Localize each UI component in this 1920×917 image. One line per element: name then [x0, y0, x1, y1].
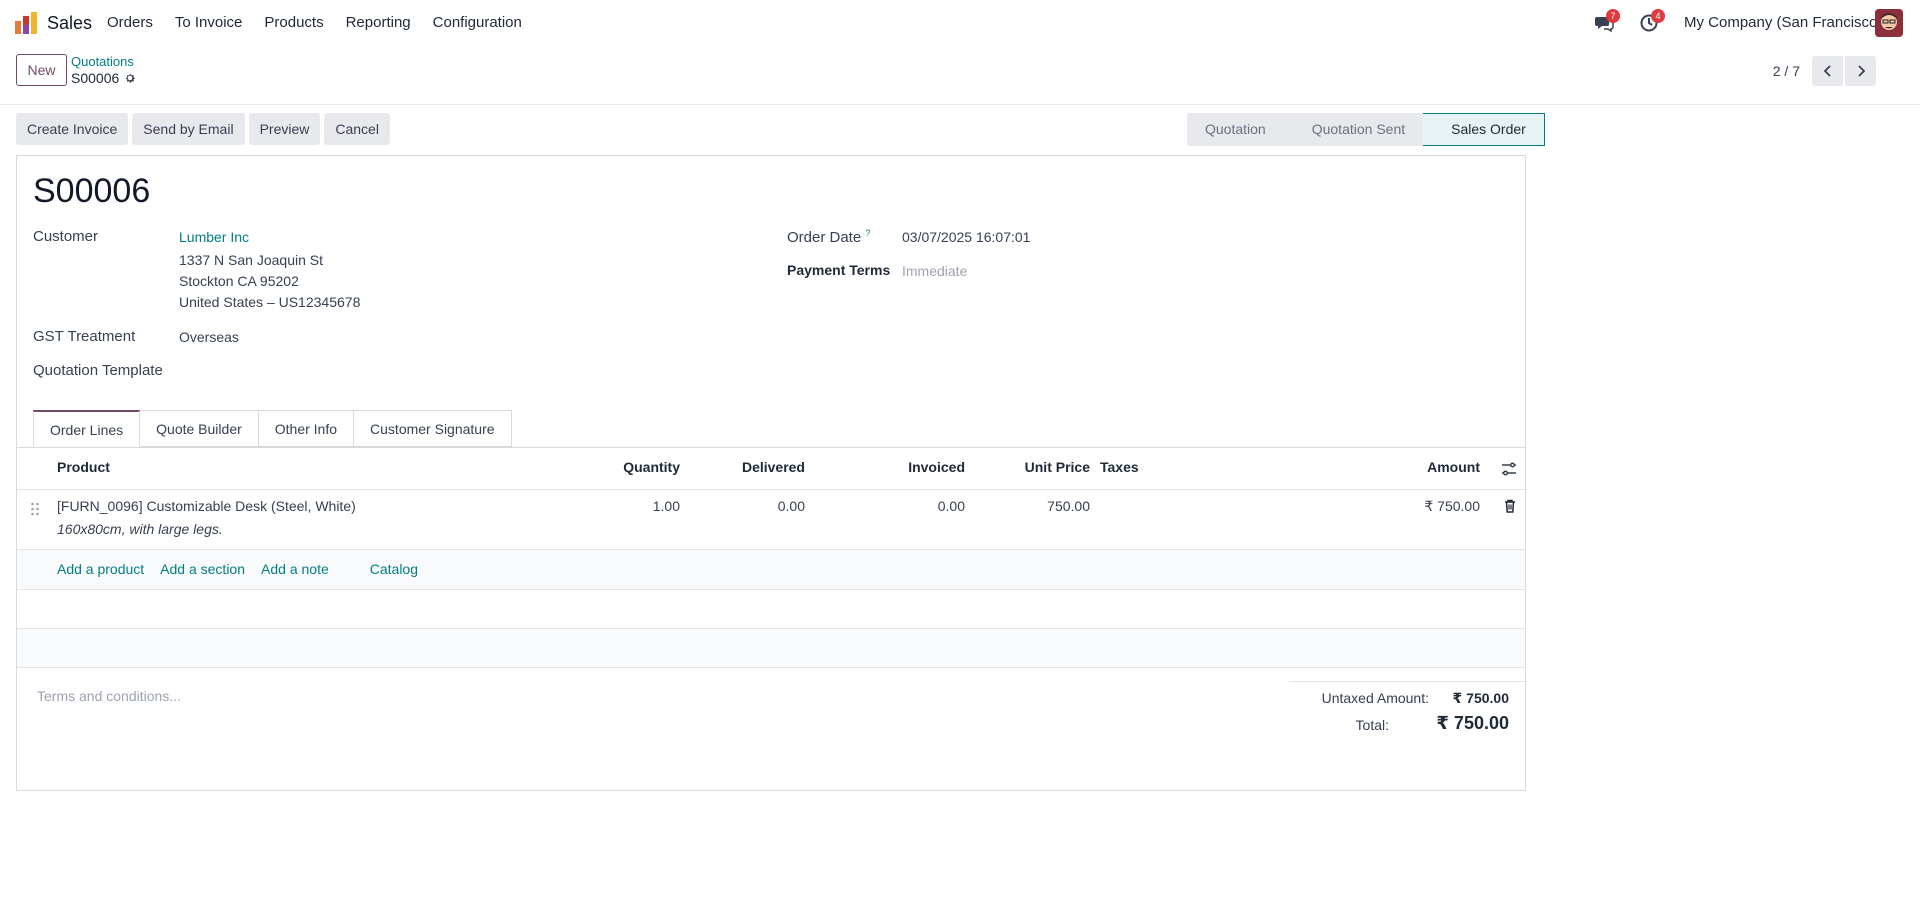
- customer-address-line3: United States – US12345678: [179, 294, 361, 310]
- total-label: Total:: [1355, 717, 1389, 733]
- gst-treatment-value[interactable]: Overseas: [179, 327, 239, 348]
- untaxed-amount-label: Untaxed Amount:: [1321, 690, 1429, 706]
- menu-configuration[interactable]: Configuration: [422, 0, 533, 46]
- preview-button[interactable]: Preview: [248, 113, 321, 145]
- order-date-label: Order Date ?: [787, 228, 870, 246]
- main-menu: Orders To Invoice Products Reporting Con…: [96, 0, 533, 46]
- gear-icon[interactable]: [124, 72, 136, 84]
- drag-handle-icon[interactable]: [30, 502, 40, 516]
- column-settings-icon[interactable]: [1501, 461, 1517, 477]
- total-value: ₹ 750.00: [1436, 713, 1509, 733]
- send-by-email-button[interactable]: Send by Email: [132, 113, 245, 145]
- order-date-value[interactable]: 03/07/2025 16:07:01: [902, 227, 1030, 248]
- sales-app-icon[interactable]: [14, 11, 38, 35]
- totals-divider: [1289, 681, 1525, 682]
- add-note-link[interactable]: Add a note: [261, 561, 329, 577]
- order-date-label-text: Order Date: [787, 229, 862, 246]
- untaxed-amount-value: ₹ 750.00: [1452, 690, 1509, 706]
- activities-button[interactable]: 4: [1639, 9, 1665, 35]
- customer-address-line2: Stockton CA 95202: [179, 273, 299, 289]
- menu-to-invoice[interactable]: To Invoice: [164, 0, 254, 46]
- row-divider: [17, 589, 1525, 590]
- status-bar: Quotation Quotation Sent Sales Order: [1187, 113, 1545, 146]
- col-quantity[interactable]: Quantity: [620, 459, 680, 475]
- line-unit-price[interactable]: 750.00: [1020, 498, 1090, 514]
- header-divider: [17, 489, 1525, 490]
- menu-products[interactable]: Products: [253, 0, 334, 46]
- create-invoice-button[interactable]: Create Invoice: [16, 113, 129, 145]
- order-title: S00006: [33, 172, 151, 210]
- tab-quote-builder[interactable]: Quote Builder: [140, 410, 259, 447]
- line-amount: ₹ 750.00: [1424, 498, 1480, 514]
- record-name-text: S00006: [71, 70, 120, 86]
- line-description[interactable]: 160x80cm, with large legs.: [57, 521, 223, 537]
- col-taxes[interactable]: Taxes: [1100, 459, 1139, 475]
- line-quantity[interactable]: 1.00: [620, 498, 680, 514]
- menu-orders[interactable]: Orders: [96, 0, 164, 46]
- record-name: S00006: [71, 70, 136, 86]
- control-panel: New Quotations S00006 2 / 7: [0, 46, 1920, 105]
- line-product[interactable]: [FURN_0096] Customizable Desk (Steel, Wh…: [57, 498, 356, 514]
- pager-value[interactable]: 2 / 7: [1773, 63, 1800, 79]
- company-switcher[interactable]: My Company (San Francisco): [1684, 14, 1882, 31]
- col-unit-price[interactable]: Unit Price: [1020, 459, 1090, 475]
- form-tabs: Order Lines Quote Builder Other Info Cus…: [33, 410, 512, 447]
- order-date-help-icon[interactable]: ?: [865, 228, 870, 238]
- new-button[interactable]: New: [16, 54, 67, 86]
- row-divider: [17, 667, 1525, 668]
- top-navbar: Sales Orders To Invoice Products Reporti…: [0, 0, 1920, 46]
- menu-reporting[interactable]: Reporting: [335, 0, 422, 46]
- col-amount[interactable]: Amount: [1410, 459, 1480, 475]
- messages-button[interactable]: 7: [1594, 9, 1620, 35]
- trash-icon[interactable]: [1504, 499, 1516, 513]
- tab-other-info[interactable]: Other Info: [258, 410, 355, 447]
- customer-link[interactable]: Lumber Inc: [179, 227, 249, 248]
- terms-conditions-input[interactable]: Terms and conditions...: [37, 688, 181, 704]
- col-product[interactable]: Product: [57, 459, 110, 475]
- payment-terms-value[interactable]: Immediate: [902, 261, 967, 282]
- stage-quotation-sent[interactable]: Quotation Sent: [1283, 113, 1424, 146]
- stage-sales-order[interactable]: Sales Order: [1423, 113, 1545, 146]
- tabs-divider: [17, 447, 1525, 448]
- customer-address-line1: 1337 N San Joaquin St: [179, 252, 323, 268]
- tab-customer-signature[interactable]: Customer Signature: [354, 410, 512, 447]
- gst-treatment-label: GST Treatment: [33, 328, 136, 345]
- avatar-icon: [1875, 9, 1903, 37]
- add-line-links: Add a product Add a section Add a note C…: [57, 561, 434, 577]
- messages-badge: 7: [1606, 9, 1620, 23]
- chevron-right-icon: [1857, 65, 1865, 77]
- cancel-button[interactable]: Cancel: [324, 113, 390, 145]
- col-delivered[interactable]: Delivered: [735, 459, 805, 475]
- breadcrumb-quotations[interactable]: Quotations: [71, 54, 134, 69]
- payment-terms-label: Payment Terms: [787, 262, 891, 278]
- stage-quotation[interactable]: Quotation: [1187, 113, 1284, 146]
- quotation-template-label: Quotation Template: [33, 362, 163, 379]
- col-invoiced[interactable]: Invoiced: [895, 459, 965, 475]
- line-delivered[interactable]: 0.00: [735, 498, 805, 514]
- pager-previous-button[interactable]: [1812, 56, 1843, 86]
- app-name[interactable]: Sales: [47, 13, 92, 34]
- line-invoiced[interactable]: 0.00: [895, 498, 965, 514]
- form-sheet: S00006 Customer Lumber Inc 1337 N San Jo…: [16, 155, 1526, 791]
- add-product-link[interactable]: Add a product: [57, 561, 144, 577]
- add-section-link[interactable]: Add a section: [160, 561, 245, 577]
- activities-badge: 4: [1651, 9, 1665, 23]
- user-avatar[interactable]: [1875, 9, 1903, 37]
- empty-row: [17, 629, 1525, 667]
- tab-order-lines[interactable]: Order Lines: [33, 410, 141, 447]
- catalog-link[interactable]: Catalog: [370, 561, 418, 577]
- customer-label: Customer: [33, 228, 99, 245]
- action-buttons: Create Invoice Send by Email Preview Can…: [16, 113, 390, 145]
- pager-next-button[interactable]: [1845, 56, 1876, 86]
- pager: 2 / 7: [1773, 56, 1876, 86]
- chevron-left-icon: [1823, 65, 1831, 77]
